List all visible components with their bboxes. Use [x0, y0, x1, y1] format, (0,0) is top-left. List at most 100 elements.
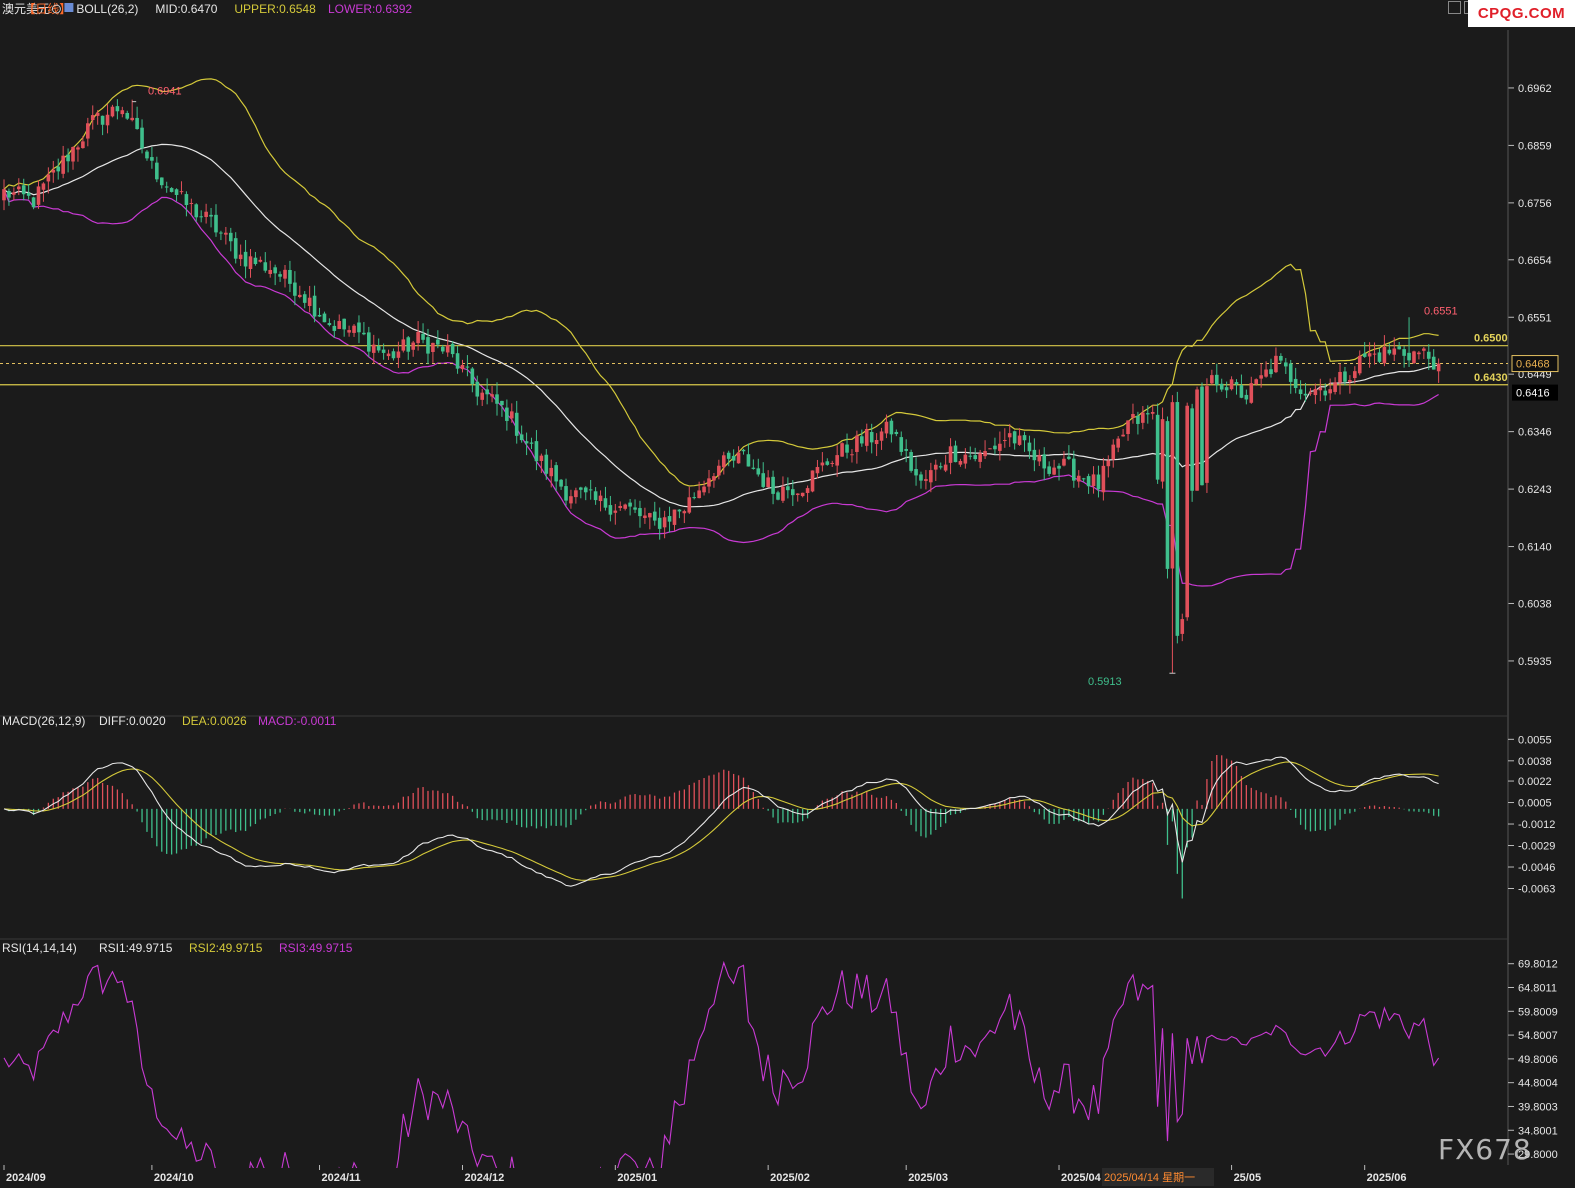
candle-body	[963, 454, 968, 464]
candle-body	[317, 314, 322, 317]
candle-body	[820, 462, 825, 466]
candle-body	[1259, 375, 1263, 379]
candle-body	[569, 496, 573, 504]
candle-body	[889, 420, 894, 435]
candle-body	[278, 274, 282, 277]
candle-body	[445, 345, 450, 353]
candle-body	[904, 449, 908, 451]
candle-body	[549, 467, 554, 477]
candle-body	[973, 455, 978, 460]
candle-body	[406, 337, 411, 352]
candle-body	[1219, 383, 1224, 390]
candle-body	[411, 342, 415, 350]
candle-body	[224, 232, 228, 235]
candle-body	[426, 337, 430, 354]
chart-window: 0.6962 0.6859 0.6756 0.6654 0.6551 0.6449 0.63…	[0, 0, 1575, 1188]
rsi-line	[3, 960, 1440, 1188]
candle-body	[204, 211, 208, 217]
candle-body	[1175, 402, 1180, 636]
candle-body	[31, 197, 36, 208]
candle-body	[1126, 420, 1130, 435]
date-tick-label: 2025/03	[908, 1172, 948, 1184]
candle-body	[1111, 444, 1116, 460]
candle-body	[105, 114, 110, 126]
candle-body	[1081, 478, 1086, 480]
candle-body	[766, 477, 770, 488]
candle-body	[21, 185, 26, 195]
candle-body	[505, 407, 509, 421]
candle-body	[1353, 371, 1357, 379]
candle-body	[61, 155, 65, 174]
candle-body	[1200, 386, 1204, 486]
candle-body	[238, 254, 243, 260]
candle-body	[7, 190, 11, 198]
candle-body	[1131, 414, 1135, 418]
chart-canvas[interactable]: 0.69620.68590.67560.66540.65510.64490.63…	[0, 0, 1575, 1188]
candle-body	[1116, 438, 1120, 448]
candle-body	[258, 259, 263, 262]
candle-body	[416, 331, 420, 344]
candle-body	[71, 146, 75, 162]
candle-body	[436, 339, 440, 345]
candle-body	[1348, 380, 1352, 382]
candle-body	[485, 389, 489, 395]
candle-body	[598, 495, 603, 502]
candle-body	[342, 318, 346, 330]
candle-body	[243, 251, 248, 267]
candle-body	[1318, 387, 1323, 391]
price-axis: 0.69620.68590.67560.66540.65510.64490.63…	[1508, 83, 1552, 668]
candle-body	[268, 269, 273, 274]
candle-body	[810, 470, 815, 492]
candle-body	[583, 487, 588, 493]
price-tick-label: 0.6962	[1518, 83, 1552, 95]
rsi-tick-label: 44.8004	[1518, 1078, 1558, 1090]
boll-mid-line	[3, 143, 1439, 508]
date-tick-label: 2025/06	[1367, 1172, 1407, 1184]
candle-body	[76, 147, 80, 150]
candle-body	[603, 498, 608, 508]
rsi3-value: RSI3:49.9715	[279, 941, 353, 955]
candle-body	[815, 467, 820, 474]
expand-icon[interactable]	[1448, 1, 1461, 14]
candle-body	[95, 112, 100, 116]
candle-body	[66, 154, 70, 162]
candle-body	[1328, 389, 1332, 394]
candle-body	[26, 192, 31, 196]
candle-body	[559, 479, 563, 487]
date-axis-bg	[0, 1168, 1508, 1188]
candle-body	[431, 342, 435, 352]
candle-body	[1239, 385, 1244, 398]
candle-body	[667, 516, 672, 522]
rsi-tick-label: 49.8006	[1518, 1054, 1558, 1066]
candle-body	[1298, 389, 1303, 395]
price-tick-label: 0.6243	[1518, 484, 1552, 496]
candle-body	[283, 269, 287, 279]
candle-body	[125, 112, 130, 119]
candle-body	[781, 486, 785, 501]
candle-body	[253, 257, 258, 265]
price-tick-label: 0.6346	[1518, 427, 1552, 439]
candle-body	[1338, 371, 1342, 383]
candle-body	[1254, 379, 1259, 385]
candle-body	[135, 117, 139, 130]
candle-body	[623, 504, 627, 509]
candle-body	[524, 441, 529, 444]
macd-value: MACD:-0.0011	[258, 714, 337, 728]
candle-body	[1027, 442, 1032, 452]
candle-body	[371, 344, 376, 353]
candle-body	[756, 468, 761, 475]
candle-body	[539, 455, 544, 461]
price-tick-label: 0.6038	[1518, 598, 1552, 610]
candle-body	[672, 509, 677, 525]
candle-body	[682, 511, 687, 514]
candle-body	[421, 333, 425, 340]
rsi-tick-label: 39.8003	[1518, 1101, 1558, 1113]
candle-body	[337, 321, 342, 329]
candle-body	[347, 330, 351, 333]
candle-body	[391, 351, 396, 359]
candle-body	[1180, 619, 1185, 634]
candle-body	[958, 461, 963, 465]
candle-body	[707, 478, 711, 487]
high-annotation: 0.6941	[148, 86, 182, 98]
macd-tick-label: -0.0029	[1518, 841, 1555, 853]
